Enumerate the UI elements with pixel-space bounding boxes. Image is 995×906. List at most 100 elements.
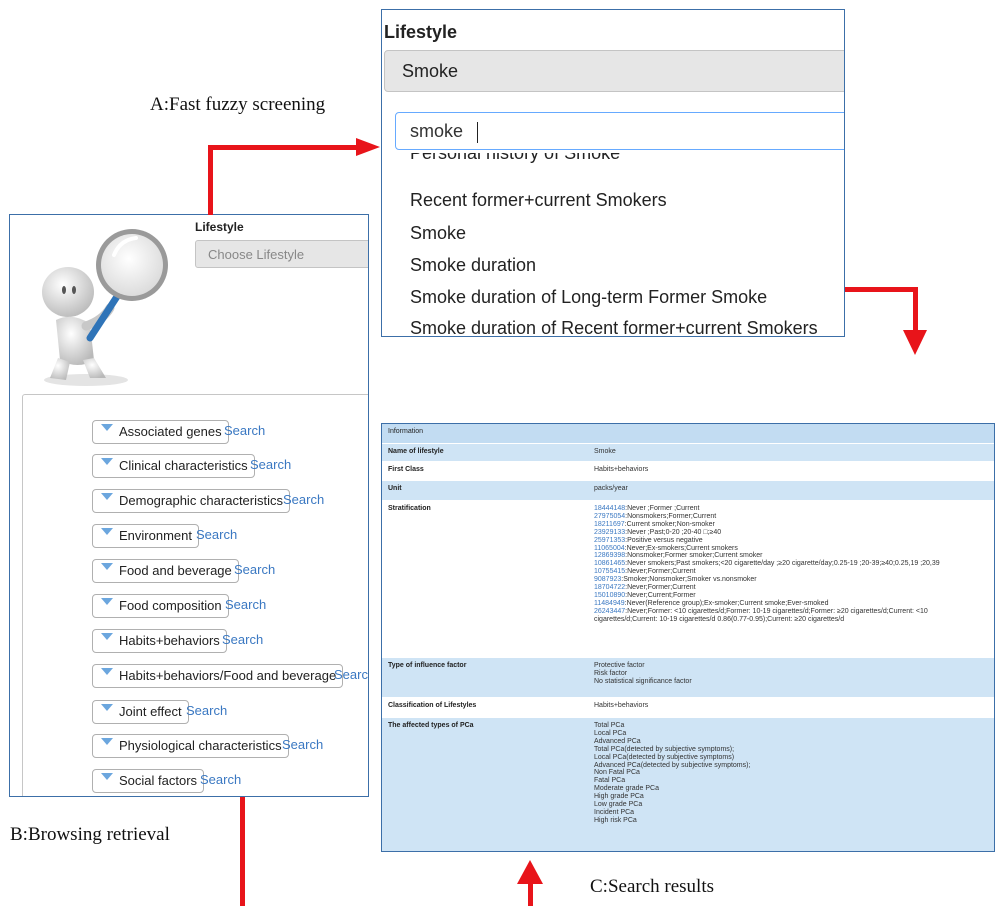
- value-text: Local PCa(detected by subjective symptom…: [594, 753, 735, 761]
- search-link[interactable]: Search: [200, 772, 241, 787]
- chevron-down-icon: [101, 424, 113, 431]
- value-line: Advanced PCa(detected by subjective symp…: [594, 762, 994, 770]
- value-line: Advanced PCa: [594, 738, 994, 746]
- value-text: Risk factor: [594, 669, 628, 677]
- value-line: 27975054:Nonsmokers;Former;Current: [594, 513, 994, 521]
- chevron-down-icon: [101, 458, 113, 465]
- search-link[interactable]: Search: [196, 527, 237, 542]
- table-row: Classification of Lifestyles Habits+beha…: [382, 698, 994, 718]
- pmid-link[interactable]: 9087923: [594, 576, 621, 583]
- category-button[interactable]: Habits+behaviors/Food and beverage: [92, 664, 344, 688]
- value-text: :Never ;Former ;Current: [625, 505, 700, 512]
- value-line: Protective factor: [594, 662, 994, 670]
- pmid-link[interactable]: 18704722: [594, 584, 625, 591]
- dropdown-option[interactable]: Smoke duration: [410, 255, 536, 276]
- category-list: Associated genes Search Clinical charact…: [22, 394, 368, 796]
- search-link[interactable]: Search: [334, 667, 368, 682]
- chevron-down-icon: [101, 528, 113, 535]
- category-button[interactable]: Food and beverage: [92, 559, 239, 583]
- arrow-connector: [208, 145, 213, 215]
- dropdown-option[interactable]: Smoke duration of Recent former+current …: [410, 318, 818, 336]
- pmid-link[interactable]: 18444148: [594, 505, 625, 512]
- pmid-link[interactable]: 12869398: [594, 552, 625, 559]
- search-link[interactable]: Search: [250, 457, 291, 472]
- row-label: Name of lifestyle: [388, 448, 444, 455]
- lifestyle-search-input[interactable]: [410, 121, 710, 142]
- chevron-down-icon: [101, 598, 113, 605]
- lifestyle-label: Lifestyle: [195, 220, 244, 234]
- value-line: 18704722:Never;Former;Current: [594, 584, 994, 592]
- row-value: Protective factor Risk factor No statistic…: [594, 662, 994, 686]
- table-row: Type of influence factor Protective fact…: [382, 658, 994, 698]
- category-button[interactable]: Demographic characteristics: [92, 489, 291, 513]
- row-value: Total PCa Local PCa Advanced PCa Total PCa(…: [594, 722, 994, 825]
- text-cursor: [477, 122, 478, 143]
- lifestyle-select[interactable]: Choose Lifestyle: [195, 240, 368, 268]
- category-button[interactable]: Food composition: [92, 594, 229, 618]
- value-line: 26243447:Never;Former: <10 cigarettes/d;…: [594, 608, 994, 616]
- value-line: 18211697:Current smoker;Non-smoker: [594, 521, 994, 529]
- dropdown-option[interactable]: Smoke: [410, 223, 466, 244]
- value-line: Risk factor: [594, 670, 994, 678]
- search-link[interactable]: Search: [222, 632, 263, 647]
- dropdown-option[interactable]: Smoke duration of Long-term Former Smoke: [410, 287, 767, 308]
- value-line: 12869398:Nonsmoker;Former smoker;Current…: [594, 552, 994, 560]
- search-link[interactable]: Search: [225, 597, 266, 612]
- value-text: High grade PCa: [594, 793, 644, 801]
- pmid-link[interactable]: 11065004: [594, 545, 625, 552]
- value-line: 18444148:Never ;Former ;Current: [594, 505, 994, 513]
- value-text: Fatal PCa: [594, 777, 626, 785]
- value-text: :Nonsmoker;Former smoker;Current smoker: [625, 552, 763, 560]
- row-label: The affected types of PCa: [388, 722, 474, 729]
- pmid-link[interactable]: 25971353: [594, 537, 625, 544]
- value-line: Total PCa(detected by subjective symptom…: [594, 746, 994, 754]
- row-label: First Class: [388, 466, 424, 473]
- table-row: First Class Habits+behaviors: [382, 462, 994, 481]
- value-line: High grade PCa: [594, 793, 994, 801]
- search-link[interactable]: Search: [234, 562, 275, 577]
- pmid-link[interactable]: 11484949: [594, 600, 625, 607]
- category-button[interactable]: Habits+behaviors: [92, 629, 227, 653]
- caption-fast-fuzzy-screening: A:Fast fuzzy screening: [150, 94, 326, 115]
- fuzzy-search-panel: Lifestyle Smoke Personal history of Smok…: [381, 9, 845, 337]
- row-value: Habits+behaviors: [594, 466, 649, 473]
- table-row: Name of lifestyle Smoke: [382, 444, 994, 462]
- value-text: :Never;Former;Current: [625, 584, 696, 592]
- pmid-link[interactable]: 26243447: [594, 608, 625, 615]
- value-line: 9087923:Smoker;Nonsmoker;Smoker vs.nonsm…: [594, 576, 994, 584]
- chevron-down-icon: [101, 563, 113, 570]
- category-button[interactable]: Clinical characteristics: [92, 454, 255, 478]
- row-label: Stratification: [388, 505, 431, 512]
- lifestyle-select-value: Smoke: [402, 61, 459, 81]
- arrow-connector: [913, 287, 918, 332]
- category-button[interactable]: Environment: [92, 524, 199, 548]
- pmid-link[interactable]: 10755415: [594, 568, 625, 575]
- value-line: 11484949:Never(Reference group);Ex-smoke…: [594, 600, 994, 608]
- value-text: Total PCa(detected by subjective symptom…: [594, 745, 735, 753]
- category-button[interactable]: Social factors: [92, 769, 205, 793]
- value-text: Local PCa: [594, 729, 627, 737]
- value-text: Total PCa: [594, 722, 625, 729]
- search-link[interactable]: Search: [186, 703, 227, 718]
- category-button[interactable]: Physiological characteristics: [92, 734, 289, 758]
- pmid-link[interactable]: 27975054: [594, 513, 625, 520]
- value-text: Incident PCa: [594, 808, 635, 816]
- lifestyle-select[interactable]: Smoke: [384, 50, 844, 92]
- value-line: High risk PCa: [594, 817, 994, 825]
- search-link[interactable]: Search: [224, 423, 265, 438]
- pmid-link[interactable]: 18211697: [594, 521, 625, 528]
- pmid-link[interactable]: 15010890: [594, 592, 625, 599]
- lifestyle-search-box[interactable]: [395, 112, 844, 150]
- category-button[interactable]: Joint effect: [92, 700, 189, 724]
- value-line: 15010890:Never;Current;Former: [594, 592, 994, 600]
- pmid-link[interactable]: 10861465: [594, 560, 625, 567]
- dropdown-option[interactable]: Recent former+current Smokers: [410, 190, 667, 211]
- category-button[interactable]: Associated genes: [92, 420, 229, 444]
- value-text: :Current smoker;Non-smoker: [624, 520, 715, 528]
- search-link[interactable]: Search: [282, 737, 323, 752]
- arrow-right-icon: [356, 138, 380, 156]
- pmid-link[interactable]: 23929133: [594, 529, 625, 536]
- search-link[interactable]: Search: [283, 492, 324, 507]
- value-text: :Never(Reference group);Ex-smoker;Curren…: [624, 599, 829, 607]
- dropdown-option[interactable]: Personal history of Smoke: [410, 153, 620, 175]
